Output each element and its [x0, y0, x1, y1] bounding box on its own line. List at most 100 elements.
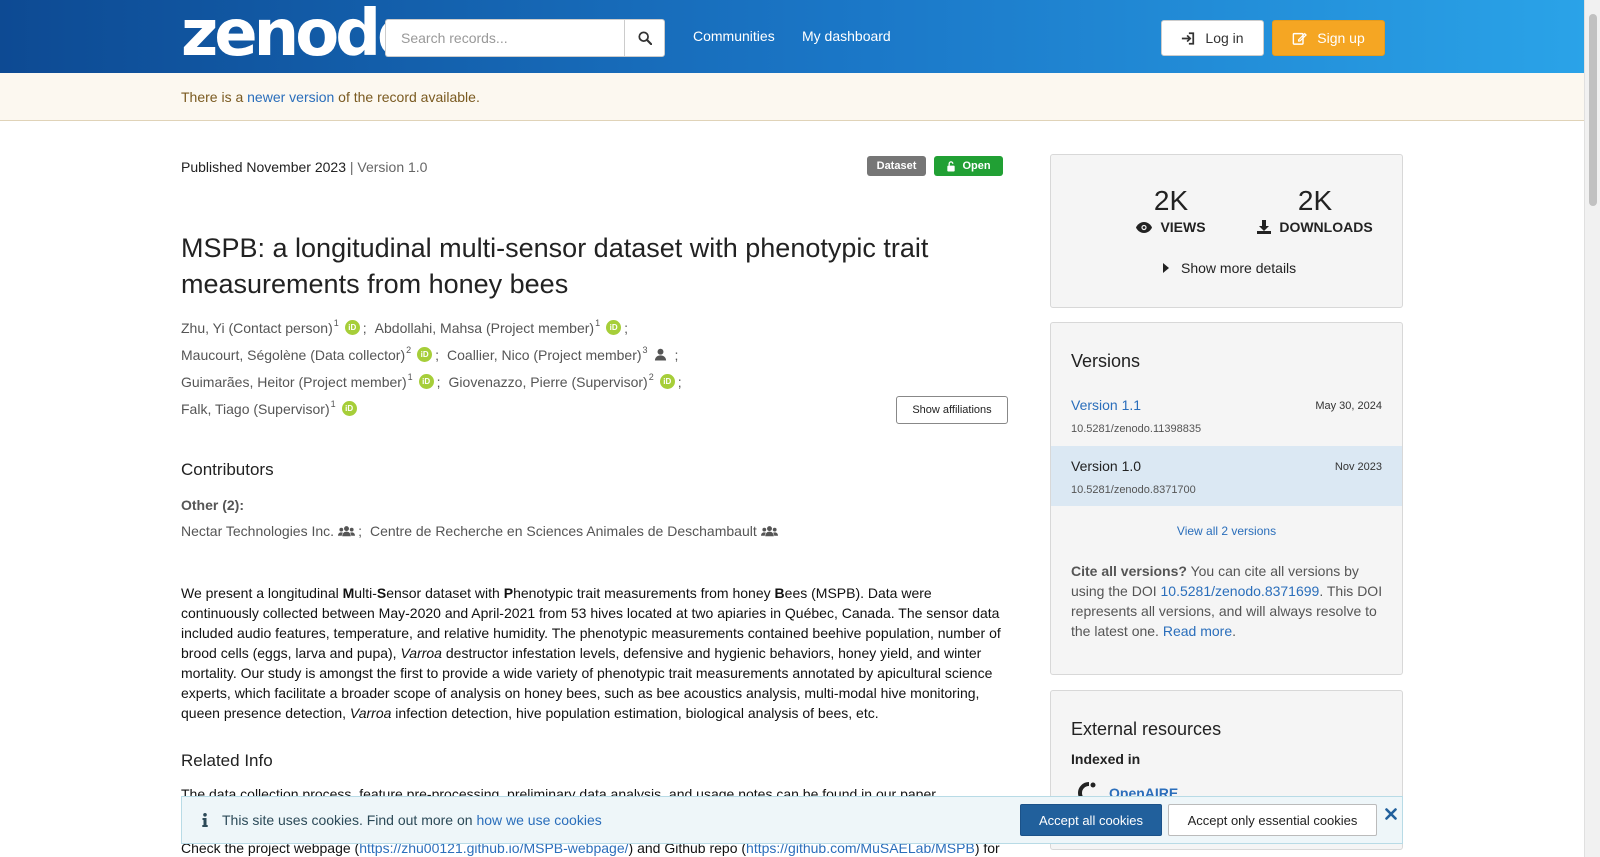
- accept-all-cookies-button[interactable]: Accept all cookies: [1020, 804, 1162, 836]
- read-more-link[interactable]: Read more: [1163, 623, 1232, 639]
- separator: ;: [358, 523, 362, 539]
- cookie-policy-link[interactable]: how we use cookies: [476, 812, 601, 828]
- related-info-heading: Related Info: [181, 751, 273, 770]
- affiliation-number: 2: [406, 344, 412, 355]
- stats-card: 2K VIEWS 2K DOWNLOADS Show more details: [1050, 154, 1403, 308]
- affiliation-number: 1: [330, 398, 336, 409]
- nav-communities[interactable]: Communities: [693, 28, 775, 44]
- top-header: zenodo Communities My dashboard Log in S…: [0, 0, 1584, 73]
- creators-list: Zhu, Yi (Contact person) 1 iD; Abdollahi, …: [181, 314, 1001, 422]
- show-more-details-toggle[interactable]: Show more details: [1163, 260, 1296, 276]
- creator-name: Zhu, Yi (Contact person): [181, 319, 333, 336]
- orcid-icon[interactable]: iD: [418, 374, 434, 389]
- show-affiliations-button[interactable]: Show affiliations: [896, 396, 1008, 424]
- version-link[interactable]: Version 1.1: [1071, 397, 1141, 413]
- search-bar: [385, 19, 665, 57]
- sign-up-button[interactable]: Sign up: [1272, 20, 1385, 56]
- notice-suffix: of the record available.: [334, 89, 480, 105]
- external-resources-title: External resources: [1071, 719, 1222, 739]
- view-all-versions-link[interactable]: View all 2 versions: [1051, 524, 1402, 538]
- close-icon[interactable]: [1382, 805, 1400, 823]
- orcid-icon[interactable]: iD: [417, 347, 433, 362]
- access-label: Open: [962, 160, 991, 172]
- version-row[interactable]: Version 1.1 May 30, 2024 10.5281/zenodo.…: [1051, 385, 1402, 445]
- cookie-banner: This site uses cookies. Find out more on…: [181, 796, 1403, 844]
- person-icon: [654, 348, 667, 361]
- edit-icon: [1292, 32, 1308, 45]
- creator-name: Abdollahi, Mahsa (Project member): [374, 319, 595, 336]
- concept-doi-link[interactable]: 10.5281/zenodo.8371699: [1161, 583, 1320, 599]
- version-doi: 10.5281/zenodo.8371700: [1071, 484, 1196, 496]
- version-date: Nov 2023: [1334, 461, 1382, 473]
- version-label: Version 1.0: [357, 159, 428, 175]
- orcid-icon[interactable]: iD: [344, 320, 360, 335]
- version-date: May 30, 2024: [1315, 400, 1382, 412]
- group-icon: [338, 525, 356, 537]
- downloads-label: DOWNLOADS: [1279, 219, 1373, 235]
- creator-name: Coallier, Nico (Project member): [447, 346, 642, 363]
- cookie-text: This site uses cookies. Find out more on…: [222, 812, 602, 828]
- creator-item[interactable]: Falk, Tiago (Supervisor) 1 iD: [181, 398, 357, 417]
- separator: ;: [435, 346, 440, 363]
- version-doi: 10.5281/zenodo.11398835: [1071, 423, 1202, 435]
- nav-my-dashboard[interactable]: My dashboard: [802, 28, 891, 44]
- sign-up-label: Sign up: [1317, 30, 1365, 46]
- views-label: VIEWS: [1160, 219, 1206, 235]
- unlock-icon: [947, 160, 956, 172]
- contributors-heading: Contributors: [181, 460, 274, 479]
- contributor-item[interactable]: Centre de Recherche en Sciences Animales…: [370, 523, 757, 539]
- downloads-count: 2K: [1297, 185, 1333, 216]
- creator-item[interactable]: Guimarães, Heitor (Project member) 1 iD: [181, 371, 434, 390]
- group-icon: [760, 525, 778, 537]
- version-pipe: |: [346, 159, 358, 175]
- version-row-current[interactable]: Version 1.0 Nov 2023 10.5281/zenodo.8371…: [1051, 446, 1402, 506]
- creator-item[interactable]: Maucourt, Ségolène (Data collector) 2 iD: [181, 344, 433, 363]
- downloads-stat: 2K DOWNLOADS: [1245, 185, 1385, 235]
- versions-title: Versions: [1071, 351, 1141, 371]
- log-in-button[interactable]: Log in: [1161, 20, 1264, 56]
- published-date: Published November 2023: [181, 159, 346, 175]
- affiliation-number: 1: [407, 371, 413, 382]
- creator-name: Maucourt, Ségolène (Data collector): [181, 346, 406, 363]
- orcid-icon[interactable]: iD: [659, 374, 675, 389]
- separator: ;: [624, 319, 628, 336]
- resource-type-badge: Dataset: [867, 156, 926, 176]
- separator: ;: [362, 319, 367, 336]
- affiliation-number: 3: [642, 344, 648, 355]
- record-description: We present a longitudinal Multi-Sensor d…: [181, 585, 1001, 721]
- newer-version-notice: There is a newer version of the record a…: [0, 73, 1584, 121]
- orcid-icon[interactable]: iD: [341, 401, 357, 416]
- scrollbar-thumb[interactable]: [1589, 14, 1597, 206]
- log-in-label: Log in: [1205, 30, 1244, 46]
- notice-text: There is a newer version of the record a…: [181, 89, 480, 105]
- publication-info: Published November 2023 | Version 1.0: [181, 159, 427, 175]
- access-badge: Open: [934, 156, 1003, 176]
- versions-card: Versions Version 1.1 May 30, 2024 10.528…: [1050, 322, 1403, 675]
- eye-icon: [1136, 221, 1153, 233]
- info-icon: [202, 813, 208, 827]
- contributor-item[interactable]: Nectar Technologies Inc.: [181, 523, 334, 539]
- affiliation-number: 2: [648, 371, 654, 382]
- affiliation-number: 1: [333, 317, 339, 328]
- sign-in-icon: [1182, 31, 1195, 45]
- creator-item[interactable]: Coallier, Nico (Project member) 3: [447, 344, 667, 363]
- creator-item[interactable]: Abdollahi, Mahsa (Project member) 1 iD: [374, 317, 622, 336]
- accept-essential-cookies-button[interactable]: Accept only essential cookies: [1168, 804, 1377, 836]
- newer-version-link[interactable]: newer version: [247, 89, 334, 105]
- separator: ;: [436, 373, 441, 390]
- search-input[interactable]: [385, 19, 625, 57]
- creator-item[interactable]: Zhu, Yi (Contact person) 1 iD: [181, 317, 360, 336]
- search-icon: [638, 31, 652, 45]
- cite-all-versions-text: Cite all versions? You can cite all vers…: [1071, 563, 1383, 639]
- download-icon: [1257, 220, 1272, 234]
- record-title: MSPB: a longitudinal multi-sensor datase…: [181, 233, 929, 299]
- zenodo-logo[interactable]: zenodo: [181, 2, 421, 66]
- orcid-icon[interactable]: iD: [606, 320, 622, 335]
- search-button[interactable]: [624, 19, 665, 57]
- affiliation-number: 1: [595, 317, 601, 328]
- page-scrollbar[interactable]: [1584, 0, 1600, 857]
- creator-name: Falk, Tiago (Supervisor): [181, 400, 330, 417]
- creator-item[interactable]: Giovenazzo, Pierre (Supervisor) 2 iD: [449, 371, 675, 390]
- contributors-other-label: Other (2):: [181, 497, 244, 513]
- show-more-details-label: Show more details: [1181, 260, 1297, 276]
